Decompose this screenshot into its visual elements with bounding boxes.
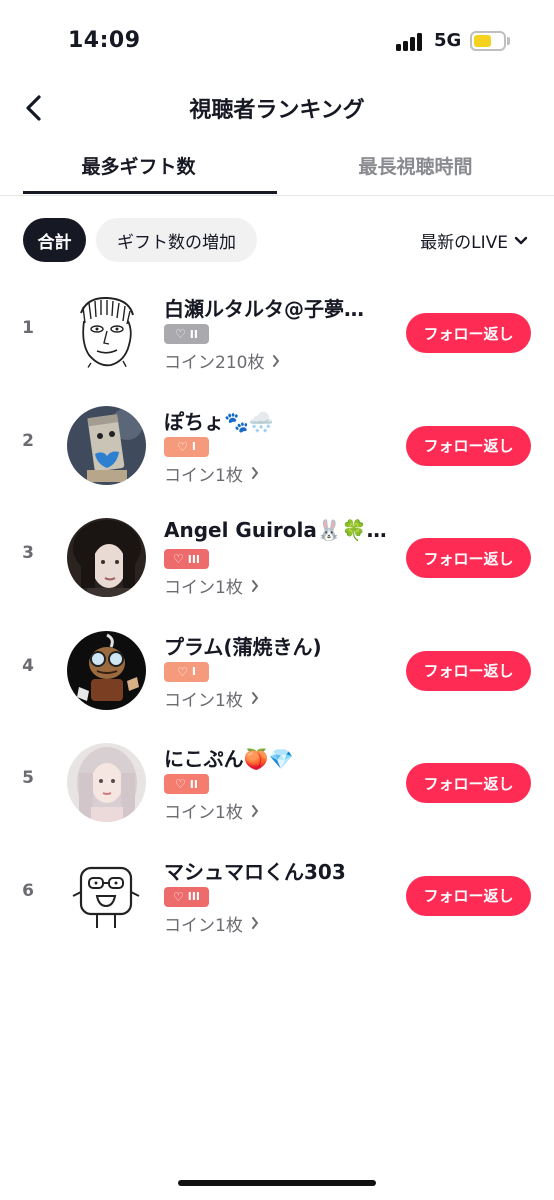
signal-icon bbox=[396, 33, 426, 51]
rank-number: 2 bbox=[22, 430, 34, 451]
rank-number: 3 bbox=[22, 543, 34, 564]
battery-icon bbox=[470, 31, 506, 51]
header: 視聴者ランキング bbox=[0, 80, 554, 136]
user-name: プラム(蒲焼きん) bbox=[164, 634, 322, 659]
avatar[interactable] bbox=[67, 405, 146, 485]
tab-longest-watch-time[interactable]: 最長視聴時間 bbox=[277, 152, 554, 179]
heart-icon: ♡ bbox=[177, 664, 188, 679]
coin-count[interactable]: コイン1枚 bbox=[164, 911, 259, 936]
ranking-list: 1 白瀬ルタルタ@子夢… ♡ II コイン210枚 フォロー返し 2 ぽちょ🐾🌨… bbox=[0, 276, 554, 952]
ranking-row[interactable]: 2 ぽちょ🐾🌨️ ♡ I コイン1枚 フォロー返し bbox=[0, 389, 554, 502]
badge-level: I bbox=[191, 665, 196, 679]
rank-number: 1 bbox=[22, 318, 34, 338]
chevron-right-icon bbox=[251, 804, 259, 817]
ranking-row[interactable]: 5 にこぷん🍑💎 ♡ II コイン1枚 フォロー返し bbox=[0, 726, 554, 839]
coin-count[interactable]: コイン1枚 bbox=[164, 686, 259, 711]
coin-count-label: コイン1枚 bbox=[164, 690, 243, 711]
heart-icon: ♡ bbox=[175, 777, 186, 792]
ranking-row[interactable]: 3 Angel Guirola🐰🍀… ♡ III コイン1枚 フォロー返し bbox=[0, 501, 554, 614]
heart-icon: ♡ bbox=[172, 889, 184, 904]
period-label: 最新のLIVE bbox=[420, 233, 508, 253]
chevron-right-icon bbox=[251, 917, 259, 930]
user-name: マシュマロくん303 bbox=[164, 859, 346, 884]
badge-level: II bbox=[189, 327, 198, 341]
badge-level: III bbox=[187, 890, 201, 904]
chevron-right-icon bbox=[251, 692, 259, 705]
follow-back-button[interactable]: フォロー返し bbox=[406, 763, 531, 804]
badge-level: II bbox=[189, 777, 198, 791]
status-bar: 14:09 5G bbox=[0, 0, 554, 80]
avatar[interactable] bbox=[67, 855, 146, 935]
follow-back-button[interactable]: フォロー返し bbox=[406, 650, 531, 691]
heart-icon: ♡ bbox=[177, 439, 188, 454]
fan-level-badge: ♡ I bbox=[164, 436, 209, 457]
ranking-row[interactable]: 1 白瀬ルタルタ@子夢… ♡ II コイン210枚 フォロー返し bbox=[0, 276, 554, 389]
rank-number: 4 bbox=[22, 655, 34, 676]
coin-count-label: コイン1枚 bbox=[164, 803, 243, 824]
user-name: Angel Guirola🐰🍀… bbox=[164, 518, 387, 543]
chevron-right-icon bbox=[251, 579, 259, 592]
fan-level-badge: ♡ II bbox=[164, 774, 209, 795]
filter-increase-chip[interactable]: ギフト数の増加 bbox=[96, 218, 257, 262]
fan-level-badge: ♡ III bbox=[164, 886, 209, 907]
follow-back-button[interactable]: フォロー返し bbox=[406, 875, 531, 916]
rank-number: 6 bbox=[22, 880, 34, 901]
chevron-right-icon bbox=[273, 354, 280, 367]
user-name: にこぷん🍑💎 bbox=[164, 747, 294, 772]
coin-count[interactable]: コイン210枚 bbox=[164, 348, 280, 373]
chevron-right-icon bbox=[251, 467, 259, 480]
avatar[interactable] bbox=[67, 518, 146, 598]
fan-level-badge: ♡ III bbox=[164, 549, 209, 570]
coin-count-label: コイン1枚 bbox=[164, 465, 243, 486]
tab-active-indicator bbox=[23, 191, 277, 194]
avatar[interactable] bbox=[67, 743, 146, 823]
network-label: 5G bbox=[434, 30, 462, 51]
page-title: 視聴者ランキング bbox=[189, 98, 365, 123]
heart-icon: ♡ bbox=[172, 552, 184, 567]
tab-bar: 最多ギフト数 最長視聴時間 bbox=[0, 142, 554, 196]
coin-count[interactable]: コイン1枚 bbox=[164, 461, 259, 486]
coin-count-label: コイン210枚 bbox=[164, 353, 265, 373]
coin-count[interactable]: コイン1枚 bbox=[164, 573, 259, 598]
coin-count[interactable]: コイン1枚 bbox=[164, 798, 259, 823]
follow-back-button[interactable]: フォロー返し bbox=[406, 538, 531, 579]
badge-level: I bbox=[191, 440, 196, 454]
user-name: ぽちょ🐾🌨️ bbox=[164, 409, 274, 434]
rank-number: 5 bbox=[22, 768, 34, 789]
ranking-row[interactable]: 6 マシュマロくん303 ♡ III コイン1枚 フォロー返し bbox=[0, 839, 554, 952]
heart-icon: ♡ bbox=[175, 327, 186, 341]
follow-back-button[interactable]: フォロー返し bbox=[406, 313, 531, 353]
ranking-row[interactable]: 4 プラム(蒲焼きん) ♡ I コイン1枚 フォロー返し bbox=[0, 614, 554, 727]
follow-back-button[interactable]: フォロー返し bbox=[406, 425, 531, 466]
coin-count-label: コイン1枚 bbox=[164, 915, 243, 936]
tab-most-gifts[interactable]: 最多ギフト数 bbox=[0, 152, 277, 179]
coin-count-label: コイン1枚 bbox=[164, 578, 243, 599]
home-indicator bbox=[178, 1180, 376, 1186]
badge-level: III bbox=[187, 552, 201, 566]
battery-tip bbox=[507, 37, 510, 45]
filter-bar: 合計 ギフト数の増加 最新のLIVE bbox=[0, 218, 554, 264]
status-time: 14:09 bbox=[68, 28, 141, 53]
fan-level-badge: ♡ I bbox=[164, 661, 209, 682]
battery-level bbox=[474, 35, 491, 47]
chevron-down-icon bbox=[514, 236, 528, 244]
avatar[interactable] bbox=[67, 293, 146, 372]
avatar[interactable] bbox=[67, 630, 146, 710]
filter-total-chip[interactable]: 合計 bbox=[23, 218, 86, 262]
user-name: 白瀬ルタルタ@子夢… bbox=[164, 297, 364, 321]
period-dropdown[interactable]: 最新のLIVE bbox=[420, 228, 528, 253]
fan-level-badge: ♡ II bbox=[164, 324, 209, 344]
